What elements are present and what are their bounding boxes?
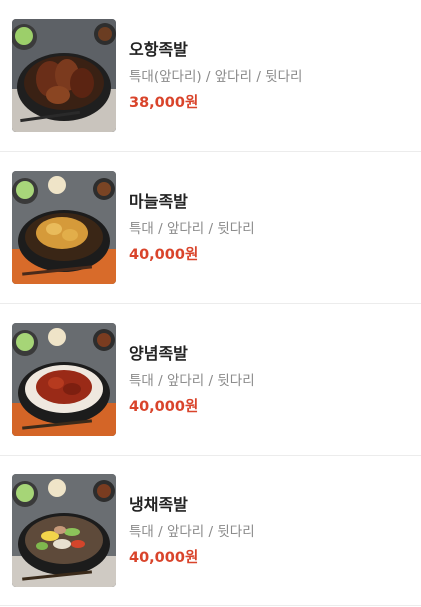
menu-item-name: 냉채족발 bbox=[129, 494, 188, 514]
menu-item-ohyang-jokbal[interactable]: 오항족발 특대(앞다리) / 앞다리 / 뒷다리 38,000원 bbox=[0, 0, 421, 152]
menu-list: 오항족발 특대(앞다리) / 앞다리 / 뒷다리 38,000원 마늘족발 특대… bbox=[0, 0, 421, 606]
menu-item-price: 40,000원 bbox=[129, 549, 199, 566]
garlic-pork-hock-photo bbox=[12, 171, 116, 284]
menu-item-name: 양념족발 bbox=[129, 343, 188, 363]
food-photo-cold-salad-pork-hock bbox=[12, 474, 116, 587]
menu-item-price: 38,000원 bbox=[129, 94, 199, 111]
food-photo-spicy-pork-hock bbox=[12, 323, 116, 436]
spicy-pork-hock-photo bbox=[12, 323, 116, 436]
menu-item-options: 특대(앞다리) / 앞다리 / 뒷다리 bbox=[129, 68, 303, 85]
menu-item-name: 오항족발 bbox=[129, 39, 188, 59]
menu-item-options: 특대 / 앞다리 / 뒷다리 bbox=[129, 372, 255, 389]
braised-pork-hock-photo bbox=[12, 19, 116, 132]
menu-item-price: 40,000원 bbox=[129, 246, 199, 263]
food-photo-braised-pork-hock bbox=[12, 19, 116, 132]
menu-item-name: 마늘족발 bbox=[129, 191, 188, 211]
menu-item-naengchae-jokbal[interactable]: 냉채족발 특대 / 앞다리 / 뒷다리 40,000원 bbox=[0, 456, 421, 606]
cold-salad-pork-hock-photo bbox=[12, 474, 116, 587]
menu-item-options: 특대 / 앞다리 / 뒷다리 bbox=[129, 220, 255, 237]
menu-item-price: 40,000원 bbox=[129, 398, 199, 415]
menu-item-yangnyeom-jokbal[interactable]: 양념족발 특대 / 앞다리 / 뒷다리 40,000원 bbox=[0, 304, 421, 456]
menu-item-options: 특대 / 앞다리 / 뒷다리 bbox=[129, 523, 255, 540]
menu-item-garlic-jokbal[interactable]: 마늘족발 특대 / 앞다리 / 뒷다리 40,000원 bbox=[0, 152, 421, 304]
food-photo-garlic-pork-hock bbox=[12, 171, 116, 284]
